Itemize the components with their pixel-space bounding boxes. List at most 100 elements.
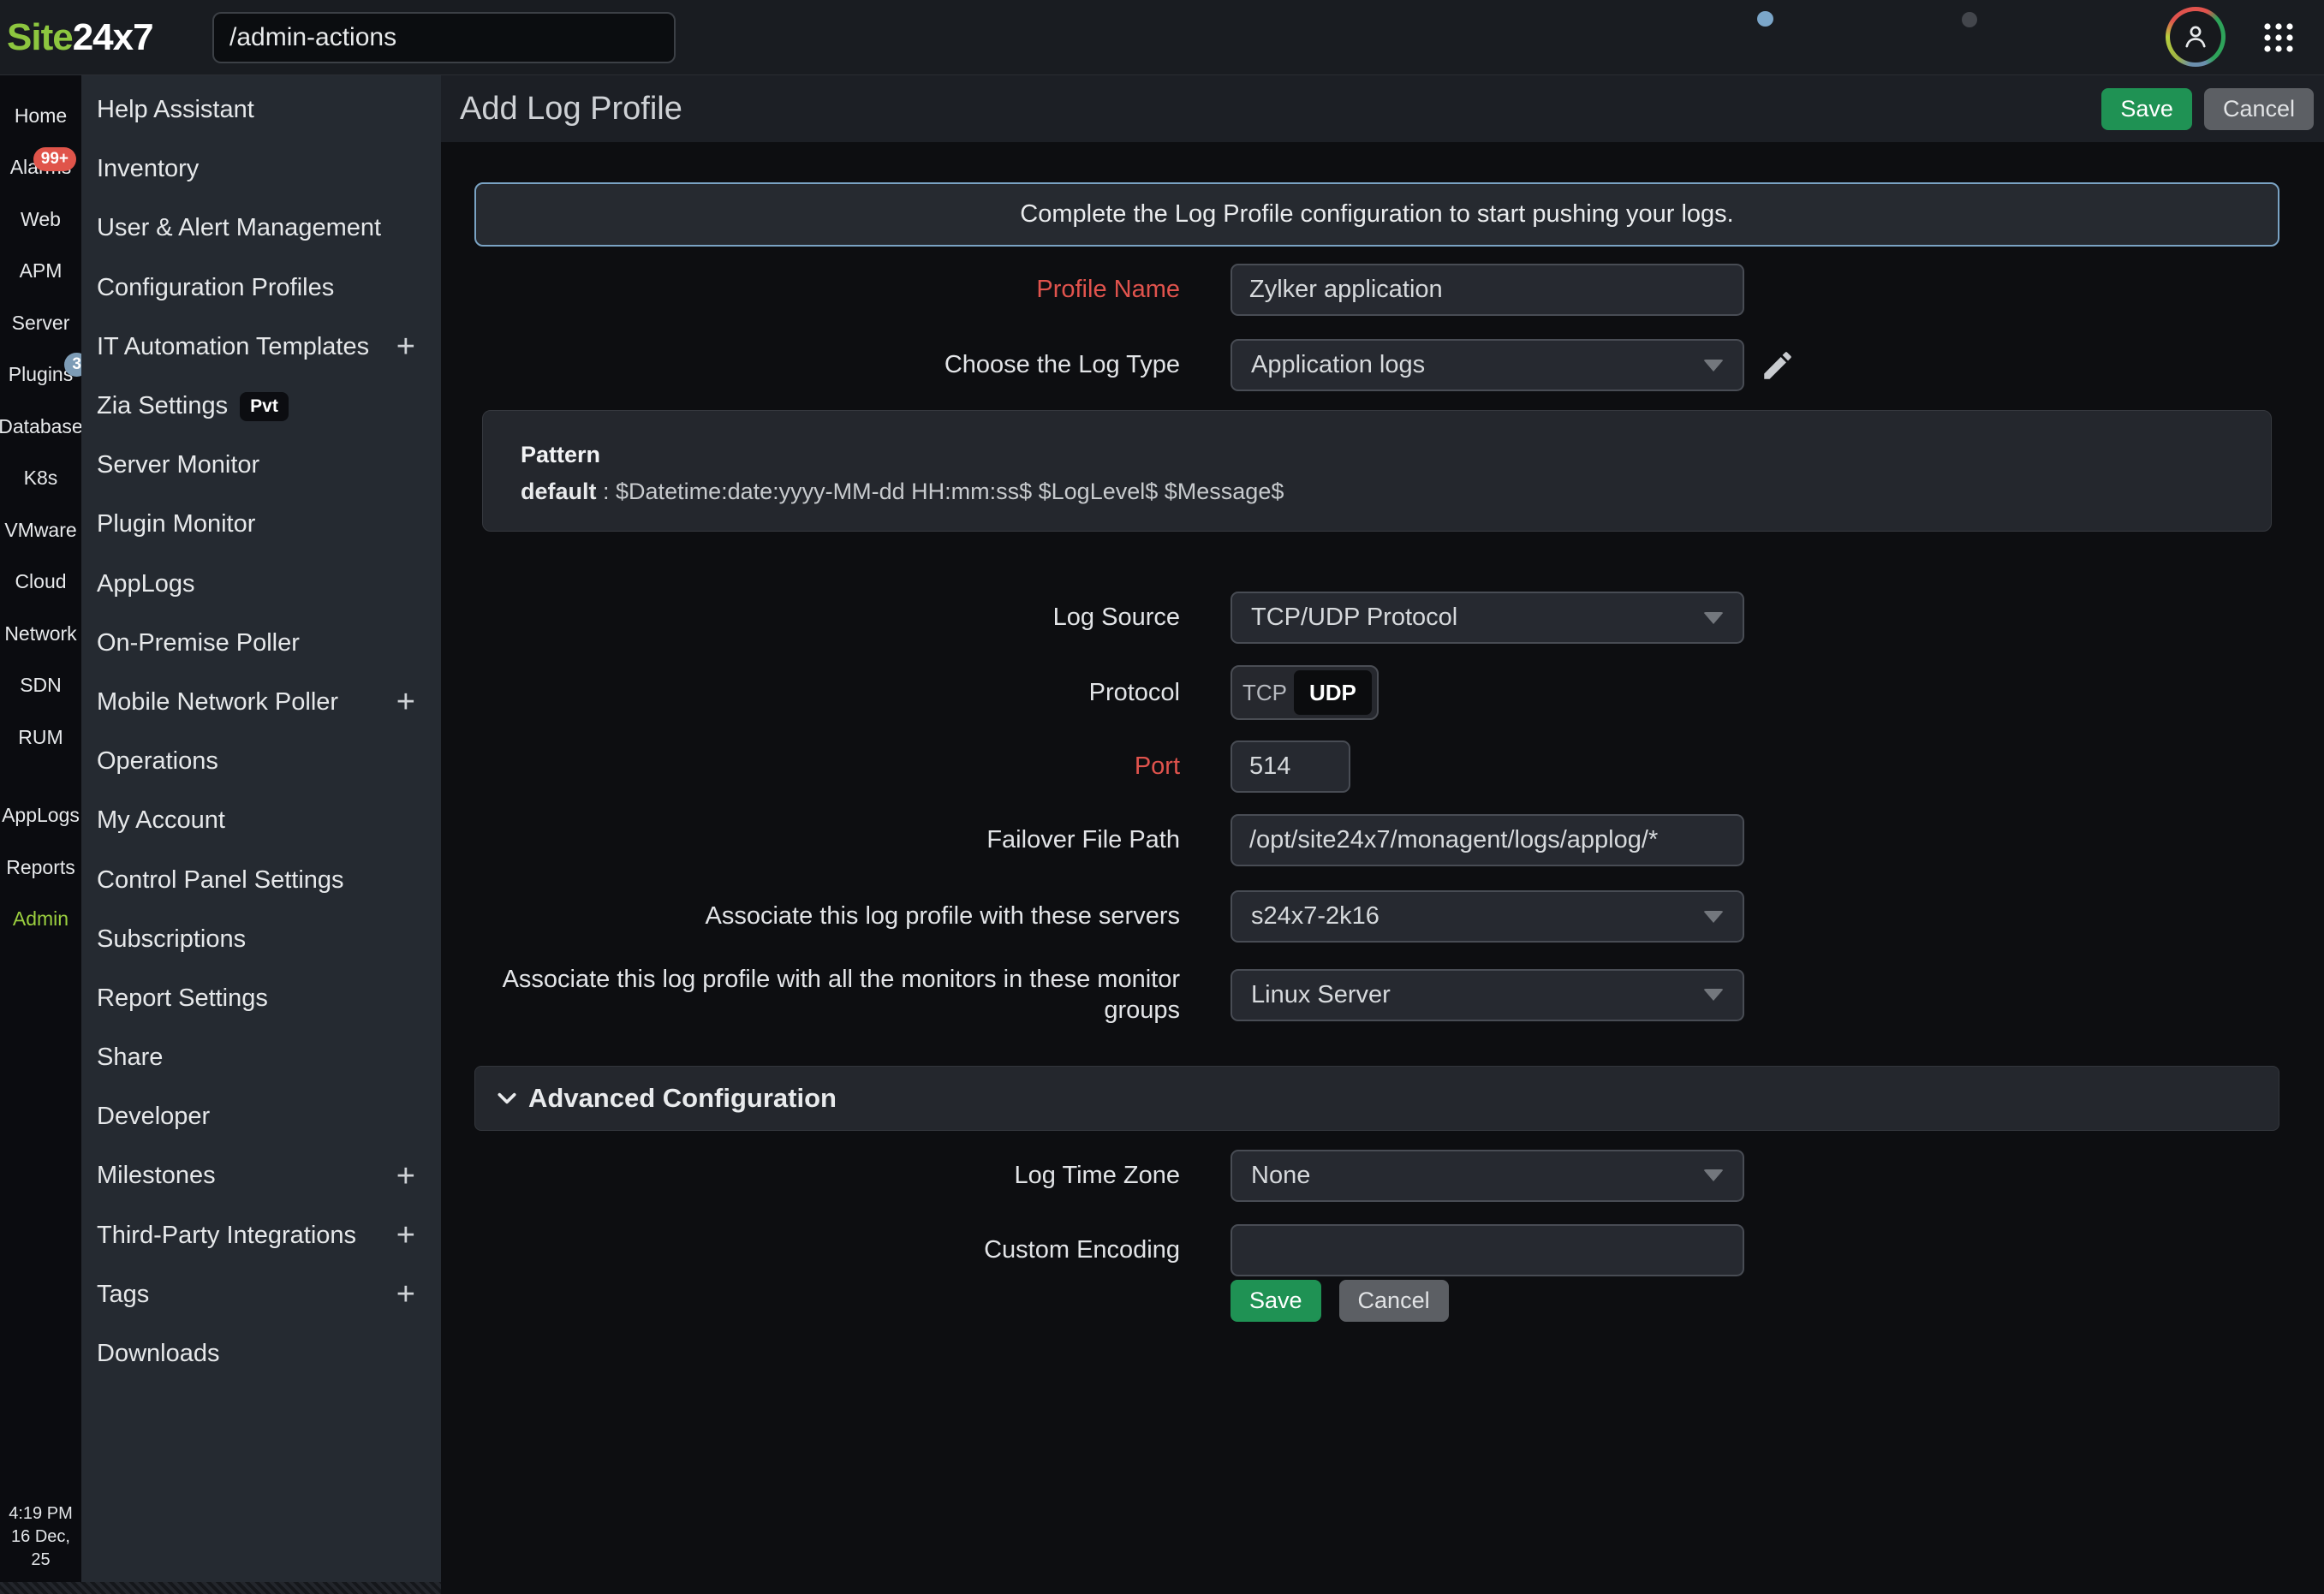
advanced-configuration-title: Advanced Configuration — [528, 1083, 837, 1114]
log-time-zone-select[interactable]: None — [1231, 1150, 1744, 1202]
sidebar-item-on-premise-poller[interactable]: On-Premise Poller — [81, 614, 441, 673]
rail-item-applogs[interactable]: AppLogs — [0, 790, 81, 842]
log-source-select[interactable]: TCP/UDP Protocol — [1231, 592, 1744, 644]
failover-path-label: Failover File Path — [441, 824, 1180, 855]
alarms-count-badge: 99+ — [33, 147, 76, 171]
advanced-configuration-header[interactable]: Advanced Configuration — [474, 1066, 2279, 1131]
plus-icon[interactable]: + — [396, 1219, 415, 1252]
sidebar-item-subscriptions[interactable]: Subscriptions — [81, 910, 441, 969]
page-header: Add Log Profile Save Cancel — [441, 75, 2324, 142]
custom-encoding-label: Custom Encoding — [441, 1234, 1180, 1265]
pattern-line: default : $Datetime:date:yyyy-MM-dd HH:m… — [521, 479, 2245, 505]
plus-icon[interactable]: + — [396, 1160, 415, 1193]
associate-monitor-groups-row: Associate this log profile with all the … — [441, 964, 2324, 1026]
rail-clock: 4:19 PM 16 Dec, 25 — [0, 1502, 81, 1572]
rail-item-web[interactable]: Web — [0, 193, 81, 246]
associate-servers-select[interactable]: s24x7-2k16 — [1231, 890, 1744, 943]
protocol-option-udp[interactable]: UDP — [1294, 670, 1372, 715]
failover-path-row: Failover File Path — [441, 814, 2324, 866]
form-save-button[interactable]: Save — [1231, 1280, 1321, 1322]
rail-item-cloud[interactable]: Cloud — [0, 556, 81, 609]
notification-dot-icon[interactable] — [1757, 11, 1773, 27]
bottom-edge-strip — [0, 1582, 441, 1594]
header-actions: Save Cancel — [2101, 88, 2314, 130]
port-row: Port — [441, 740, 2324, 793]
custom-encoding-input[interactable] — [1231, 1224, 1744, 1276]
clock-date: 16 Dec, 25 — [0, 1526, 81, 1572]
chevron-down-icon — [496, 1087, 518, 1109]
plus-icon[interactable]: + — [396, 1278, 415, 1311]
user-avatar-icon — [2170, 11, 2221, 62]
pattern-panel: Pattern default : $Datetime:date:yyyy-MM… — [482, 410, 2272, 532]
sidebar-item-control-panel-settings[interactable]: Control Panel Settings — [81, 850, 441, 909]
log-type-select[interactable]: Application logs — [1231, 339, 1744, 391]
port-input[interactable] — [1231, 740, 1350, 793]
save-button[interactable]: Save — [2101, 88, 2192, 130]
rail-item-reports[interactable]: Reports — [0, 842, 81, 894]
site24x7-logo[interactable]: Site24x7 — [7, 0, 153, 75]
sidebar-item-my-account[interactable]: My Account — [81, 791, 441, 850]
info-banner-text: Complete the Log Profile configuration t… — [1020, 200, 1733, 229]
protocol-row: Protocol TCP UDP — [441, 665, 2324, 720]
sidebar-item-applogs[interactable]: AppLogs — [81, 555, 441, 614]
log-time-zone-value: None — [1251, 1162, 1310, 1190]
user-avatar[interactable] — [2166, 7, 2226, 67]
rail-item-apm[interactable]: APM — [0, 246, 81, 298]
associate-monitor-groups-label: Associate this log profile with all the … — [441, 964, 1180, 1026]
form-cancel-button[interactable]: Cancel — [1339, 1280, 1449, 1322]
rail-item-alarms[interactable]: Alarms 99+ — [0, 142, 81, 194]
topbar: Site24x7 — [0, 0, 2324, 75]
rail-item-k8s[interactable]: K8s — [0, 453, 81, 505]
associate-servers-label: Associate this log profile with these se… — [441, 901, 1180, 931]
sidebar-item-tags[interactable]: Tags + — [81, 1265, 441, 1324]
sidebar-item-zia-settings[interactable]: Zia Settings Pvt — [81, 377, 441, 436]
sidebar-item-operations[interactable]: Operations — [81, 732, 441, 791]
sidebar-item-mobile-network-poller[interactable]: Mobile Network Poller + — [81, 673, 441, 732]
plus-icon[interactable]: + — [396, 686, 415, 718]
cancel-button[interactable]: Cancel — [2204, 88, 2314, 130]
profile-name-input[interactable] — [1231, 264, 1744, 316]
dropdown-caret-icon — [1703, 989, 1724, 1001]
sidebar-item-inventory[interactable]: Inventory — [81, 140, 441, 199]
rail-item-vmware[interactable]: VMware — [0, 504, 81, 556]
rail-item-home[interactable]: Home — [0, 90, 81, 142]
rail-item-network[interactable]: Network — [0, 608, 81, 660]
protocol-option-tcp[interactable]: TCP — [1236, 670, 1294, 715]
log-source-row: Log Source TCP/UDP Protocol — [441, 592, 2324, 644]
rail-item-plugins[interactable]: Plugins 3 — [0, 349, 81, 401]
custom-encoding-row: Custom Encoding — [441, 1224, 2324, 1276]
sidebar-item-milestones[interactable]: Milestones + — [81, 1146, 441, 1205]
global-search-input[interactable] — [212, 12, 676, 63]
pvt-badge: Pvt — [240, 392, 289, 421]
associate-monitor-groups-select[interactable]: Linux Server — [1231, 969, 1744, 1021]
dropdown-caret-icon — [1703, 612, 1724, 624]
sidebar-item-server-monitor[interactable]: Server Monitor — [81, 436, 441, 495]
sidebar-item-share[interactable]: Share — [81, 1028, 441, 1087]
sidebar-item-report-settings[interactable]: Report Settings — [81, 969, 441, 1028]
sidebar-item-third-party-integrations[interactable]: Third-Party Integrations + — [81, 1206, 441, 1265]
rail-item-server[interactable]: Server — [0, 297, 81, 349]
info-banner: Complete the Log Profile configuration t… — [474, 182, 2279, 247]
rail-item-database[interactable]: Database — [0, 401, 81, 453]
rail-item-sdn[interactable]: SDN — [0, 660, 81, 712]
status-dot-icon[interactable] — [1962, 12, 1977, 27]
sidebar-item-help-assistant[interactable]: Help Assistant — [81, 80, 441, 140]
apps-grid-icon[interactable] — [2262, 21, 2295, 54]
pattern-name: default — [521, 479, 597, 504]
sidebar-item-user-alert-management[interactable]: User & Alert Management — [81, 199, 441, 258]
sidebar-item-developer[interactable]: Developer — [81, 1087, 441, 1146]
rail-item-rum[interactable]: RUM — [0, 711, 81, 764]
page-title: Add Log Profile — [460, 91, 682, 128]
sidebar-item-plugin-monitor[interactable]: Plugin Monitor — [81, 495, 441, 554]
log-type-row: Choose the Log Type Application logs — [441, 339, 2324, 391]
rail-item-admin[interactable]: Admin — [0, 894, 81, 946]
clock-time: 4:19 PM — [0, 1502, 81, 1526]
sidebar-item-configuration-profiles[interactable]: Configuration Profiles — [81, 259, 441, 318]
plus-icon[interactable]: + — [396, 330, 415, 363]
dropdown-caret-icon — [1703, 911, 1724, 923]
sidebar-item-it-automation-templates[interactable]: IT Automation Templates + — [81, 318, 441, 377]
failover-path-input[interactable] — [1231, 814, 1744, 866]
dropdown-caret-icon — [1703, 1169, 1724, 1181]
edit-log-type-pencil-icon[interactable] — [1760, 348, 1796, 384]
sidebar-item-downloads[interactable]: Downloads — [81, 1324, 441, 1383]
